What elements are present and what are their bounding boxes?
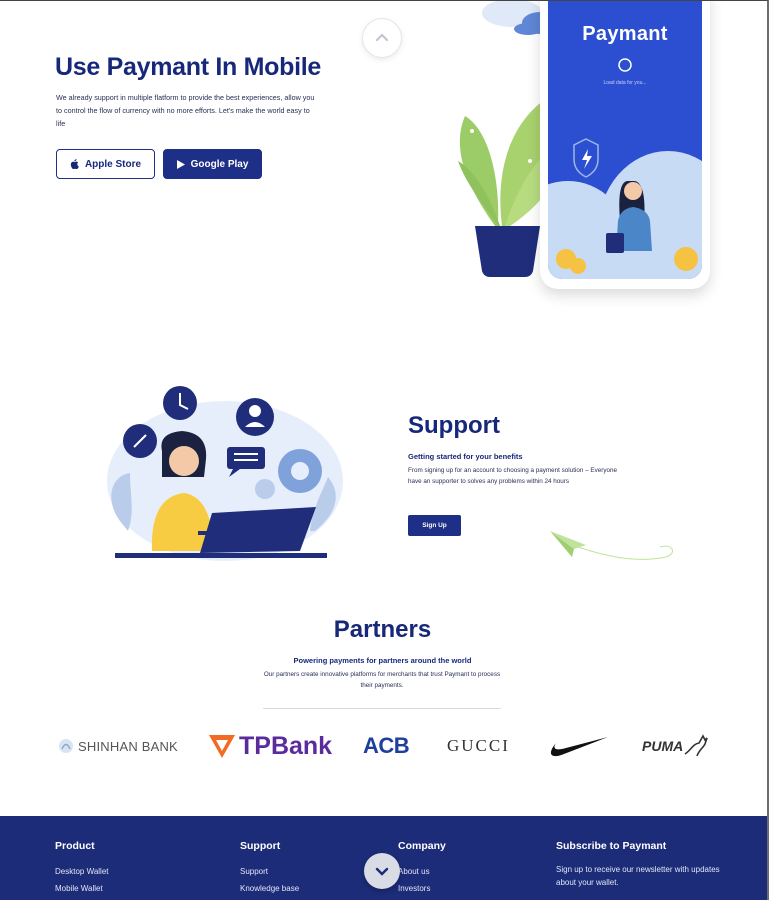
footer-support-heading: Support [240, 840, 281, 852]
footer-subscribe-column: Subscribe to Paymant Sign up to receive … [556, 840, 731, 889]
support-subtitle: Getting started for your benefits [408, 452, 523, 461]
hero-title: Use Paymant In Mobile [55, 53, 321, 81]
apple-icon [70, 159, 79, 169]
support-title: Support [408, 412, 500, 439]
puma-wordmark: PUMA [642, 738, 684, 754]
footer-link-desktop-wallet[interactable]: Desktop Wallet [55, 863, 109, 880]
phone-brand: Paymant [582, 23, 668, 45]
logo-acb: ACB [363, 733, 410, 758]
shinhan-emblem-icon [59, 739, 73, 753]
support-description: From signing up for an account to choosi… [408, 467, 617, 485]
footer-link-investors[interactable]: Investors [398, 880, 446, 897]
apple-store-button[interactable]: Apple Store [56, 149, 155, 179]
scroll-up-button[interactable] [362, 18, 402, 58]
footer-link-mobile-wallet[interactable]: Mobile Wallet [55, 880, 109, 897]
partners-subtitle: Powering payments for partners around th… [293, 656, 472, 665]
scroll-down-button[interactable] [364, 853, 400, 889]
logo-puma: PUMA [642, 729, 709, 763]
footer-link-knowledge-base[interactable]: Knowledge base [240, 880, 299, 897]
phone-illustration [548, 138, 702, 279]
footer-product-column: Product Desktop Wallet Mobile Wallet [55, 840, 109, 897]
logo-tpbank: TPBank [208, 729, 332, 763]
apple-store-label: Apple Store [84, 158, 142, 170]
footer-subscribe-text: Sign up to receive our newsletter with u… [556, 865, 720, 887]
partners-divider [263, 708, 501, 709]
puma-cat-icon [684, 734, 708, 757]
chevron-up-icon [376, 33, 388, 41]
sign-up-button[interactable]: Sign Up [408, 515, 461, 536]
footer-link-support[interactable]: Support [240, 863, 299, 880]
tpbank-emblem-icon [209, 735, 235, 758]
tpbank-wordmark: TPBank [239, 731, 333, 760]
page: Use Paymant In Mobile We already support… [0, 0, 769, 900]
footer-support-column: Support Support Knowledge base [240, 840, 299, 897]
footer-company-heading: Company [398, 840, 446, 852]
loading-ring-icon [618, 58, 632, 72]
phone-screen: Paymant Load data for you... [548, 1, 702, 279]
support-illustration [107, 386, 343, 561]
chevron-down-icon [375, 867, 389, 876]
logo-shinhan-bank: SHINHAN BANK [58, 729, 178, 763]
hero-description: We already support in multiple flatform … [56, 93, 315, 128]
google-play-button[interactable]: Google Play [163, 149, 262, 179]
footer-company-column: Company About us Investors [398, 840, 446, 897]
footer-subscribe-heading: Subscribe to Paymant [556, 840, 667, 852]
phone-loading-text: Load data for you... [603, 80, 647, 86]
footer-product-heading: Product [55, 840, 95, 852]
partners-title: Partners [333, 616, 432, 643]
shinhan-wordmark: SHINHAN BANK [78, 738, 178, 754]
logo-nike [546, 729, 610, 763]
paper-plane-icon [550, 531, 674, 560]
phone-mockup: Paymant Load data for you... [540, 1, 710, 289]
partners-description: Our partners create innovative platforms… [263, 671, 501, 689]
logo-gucci: GUCCI [447, 736, 510, 755]
play-icon [176, 159, 185, 169]
nike-swoosh-icon [550, 737, 608, 757]
footer-link-about-us[interactable]: About us [398, 863, 446, 880]
google-play-label: Google Play [190, 158, 249, 170]
